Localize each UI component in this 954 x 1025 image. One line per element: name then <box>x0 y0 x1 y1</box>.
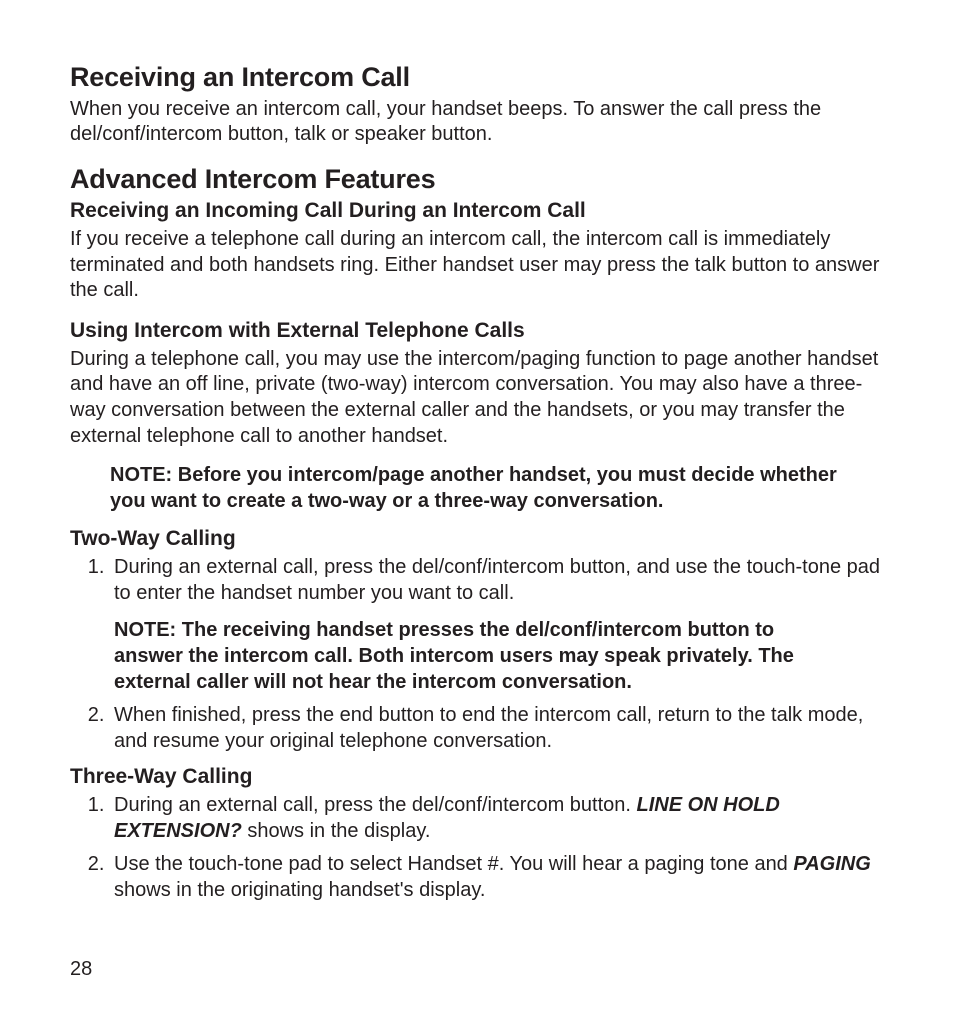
list-item: During an external call, press the del/c… <box>110 793 884 844</box>
display-text-paging: PAGING <box>793 853 870 875</box>
heading-intercom-external: Using Intercom with External Telephone C… <box>70 318 884 345</box>
paragraph-external: During a telephone call, you may use the… <box>70 347 884 449</box>
paragraph-incoming: If you receive a telephone call during a… <box>70 227 884 304</box>
manual-page: Receiving an Intercom Call When you rece… <box>0 0 954 1025</box>
heading-incoming-during-intercom: Receiving an Incoming Call During an Int… <box>70 198 884 225</box>
step-text: During an external call, press the del/c… <box>114 556 880 604</box>
heading-receiving-intercom-call: Receiving an Intercom Call <box>70 60 884 95</box>
step-text: Use the touch-tone pad to select Handset… <box>114 853 793 875</box>
heading-three-way-calling: Three-Way Calling <box>70 764 884 791</box>
paragraph-receiving: When you receive an intercom call, your … <box>70 97 884 148</box>
note-decide-two-or-three-way: NOTE: Before you intercom/page another h… <box>110 463 884 514</box>
list-item: During an external call, press the del/c… <box>110 555 884 695</box>
heading-advanced-intercom-features: Advanced Intercom Features <box>70 162 884 197</box>
step-text: shows in the originating handset's displ… <box>114 879 485 901</box>
step-text: When finished, press the end button to e… <box>114 704 863 752</box>
list-item: Use the touch-tone pad to select Handset… <box>110 852 884 903</box>
heading-two-way-calling: Two-Way Calling <box>70 526 884 553</box>
step-text: During an external call, press the del/c… <box>114 794 637 816</box>
step-text: shows in the display. <box>242 820 431 842</box>
note-receiving-handset: NOTE: The receiving handset presses the … <box>114 618 884 695</box>
three-way-steps: During an external call, press the del/c… <box>70 793 884 903</box>
page-number: 28 <box>70 957 92 983</box>
list-item: When finished, press the end button to e… <box>110 703 884 754</box>
two-way-steps: During an external call, press the del/c… <box>70 555 884 754</box>
